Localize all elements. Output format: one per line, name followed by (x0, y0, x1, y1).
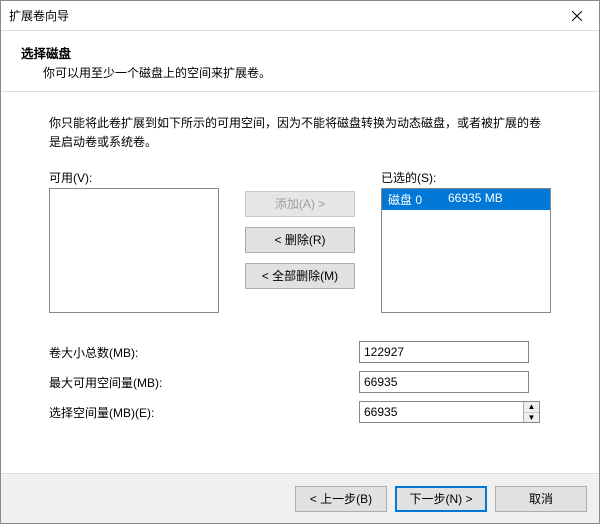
total-size-label: 卷大小总数(MB): (49, 344, 359, 361)
spinner-arrows: ▲ ▼ (523, 402, 539, 422)
cancel-button[interactable]: 取消 (495, 486, 587, 512)
window-title: 扩展卷向导 (1, 7, 554, 24)
select-amount-spinner[interactable]: ▲ ▼ (359, 401, 540, 423)
select-amount-label: 选择空间量(MB)(E): (49, 404, 359, 421)
transfer-buttons: 添加(A) > < 删除(R) < 全部删除(M) (219, 169, 381, 289)
available-label: 可用(V): (49, 169, 219, 186)
disk-name: 磁盘 0 (388, 191, 448, 208)
select-amount-input[interactable] (360, 402, 523, 422)
total-size-row: 卷大小总数(MB): 122927 (49, 341, 551, 363)
wizard-header: 选择磁盘 你可以用至少一个磁盘上的空间来扩展卷。 (1, 31, 599, 92)
max-avail-row: 最大可用空间量(MB): 66935 (49, 371, 551, 393)
selected-column: 已选的(S): 磁盘 0 66935 MB (381, 169, 551, 313)
close-button[interactable] (554, 1, 599, 30)
add-button[interactable]: 添加(A) > (245, 191, 355, 217)
wizard-window: 扩展卷向导 选择磁盘 你可以用至少一个磁盘上的空间来扩展卷。 你只能将此卷扩展到… (0, 0, 600, 524)
spinner-down[interactable]: ▼ (524, 413, 539, 423)
hint-text: 你只能将此卷扩展到如下所示的可用空间，因为不能将磁盘转换为动态磁盘，或者被扩展的… (49, 114, 551, 151)
wizard-body: 你只能将此卷扩展到如下所示的可用空间，因为不能将磁盘转换为动态磁盘，或者被扩展的… (1, 92, 599, 473)
total-size-value: 122927 (359, 341, 529, 363)
selected-listbox[interactable]: 磁盘 0 66935 MB (381, 188, 551, 313)
selected-label: 已选的(S): (381, 169, 551, 186)
close-icon (572, 11, 582, 21)
spinner-up[interactable]: ▲ (524, 402, 539, 413)
max-avail-label: 最大可用空间量(MB): (49, 374, 359, 391)
page-title: 选择磁盘 (21, 43, 575, 62)
title-bar: 扩展卷向导 (1, 1, 599, 31)
back-button[interactable]: < 上一步(B) (295, 486, 387, 512)
remove-button[interactable]: < 删除(R) (245, 227, 355, 253)
max-avail-value: 66935 (359, 371, 529, 393)
select-amount-row: 选择空间量(MB)(E): ▲ ▼ (49, 401, 551, 423)
list-item[interactable]: 磁盘 0 66935 MB (382, 189, 550, 210)
disk-transfer: 可用(V): 添加(A) > < 删除(R) < 全部删除(M) 已选的(S):… (49, 169, 551, 313)
remove-all-button[interactable]: < 全部删除(M) (245, 263, 355, 289)
next-button[interactable]: 下一步(N) > (395, 486, 487, 512)
wizard-footer: < 上一步(B) 下一步(N) > 取消 (1, 473, 599, 523)
available-listbox[interactable] (49, 188, 219, 313)
disk-size: 66935 MB (448, 191, 503, 208)
page-subtitle: 你可以用至少一个磁盘上的空间来扩展卷。 (43, 64, 575, 81)
available-column: 可用(V): (49, 169, 219, 313)
